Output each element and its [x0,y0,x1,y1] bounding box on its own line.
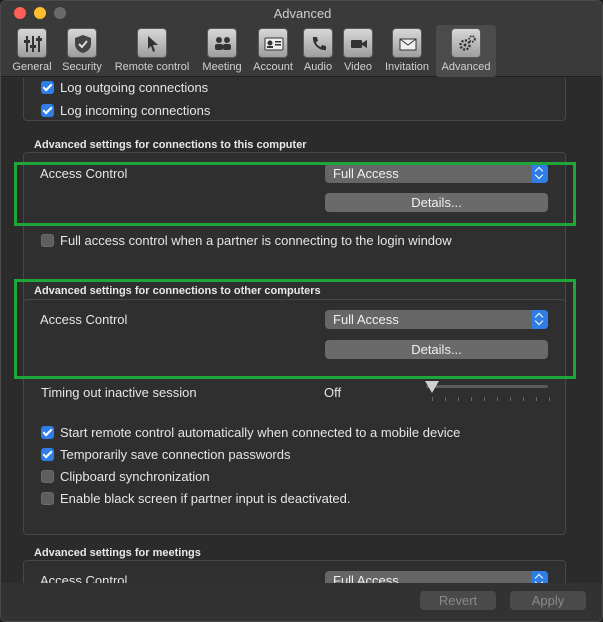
shield-icon [67,28,97,58]
start-remote-row[interactable]: Start remote control automatically when … [41,423,460,441]
tab-security[interactable]: Security [58,25,106,77]
log-incoming-checkbox[interactable] [41,103,54,117]
section-title-this-computer: Advanced settings for connections to thi… [34,139,307,151]
camera-icon [343,28,373,58]
revert-button[interactable]: Revert [420,591,496,610]
timeout-value: Off [324,385,342,400]
preferences-toolbar: General Security Remote control Meeting … [1,25,602,77]
slider-tick [549,397,550,401]
preferences-window: Advanced General Security Remote control… [0,0,603,622]
highlight-frame-other-computers [14,279,576,379]
slider-tick [471,397,472,401]
tab-meeting[interactable]: Meeting [198,25,246,77]
start-remote-checkbox[interactable] [41,425,54,439]
log-outgoing-checkbox[interactable] [41,80,54,94]
slider-tick [432,397,433,401]
timeout-label: Timing out inactive session [41,385,197,400]
id-card-icon [258,28,288,58]
login-window-row[interactable]: Full access control when a partner is co… [41,231,452,249]
log-incoming-row[interactable]: Log incoming connections [41,101,210,119]
apply-button[interactable]: Apply [510,591,586,610]
tab-account[interactable]: Account [249,25,297,77]
window-title: Advanced [273,6,332,21]
people-icon [207,28,237,58]
black-screen-row[interactable]: Enable black screen if partner input is … [41,489,351,507]
clipboard-row[interactable]: Clipboard synchronization [41,467,210,485]
highlight-frame-this-computer [14,162,576,226]
access-control-label: Access Control [40,573,128,583]
save-passwords-checkbox[interactable] [41,447,54,461]
settings-content: Log outgoing connections Log incoming co… [1,78,602,583]
black-screen-checkbox[interactable] [41,491,54,505]
section-title-meetings: Advanced settings for meetings [34,547,201,559]
timeout-slider-thumb[interactable] [425,381,439,393]
slider-tick [510,397,511,401]
select-arrows-icon [532,571,548,583]
sliders-icon [17,28,47,58]
access-control-select[interactable]: Full Access [325,571,548,583]
tab-advanced[interactable]: Advanced [436,25,496,77]
footer-bar: Revert Apply [1,583,602,621]
clipboard-checkbox[interactable] [41,469,54,483]
log-outgoing-row[interactable]: Log outgoing connections [41,78,208,96]
tab-video[interactable]: Video [339,25,377,77]
title-bar: Advanced [1,1,602,25]
timeout-slider[interactable] [426,385,548,388]
cursor-icon [137,28,167,58]
tab-remote-control[interactable]: Remote control [109,25,195,77]
slider-tick [523,397,524,401]
slider-tick [536,397,537,401]
slider-tick [458,397,459,401]
save-passwords-row[interactable]: Temporarily save connection passwords [41,445,291,463]
slider-tick [484,397,485,401]
login-window-checkbox[interactable] [41,233,54,247]
gears-icon [451,28,481,58]
envelope-icon [392,28,422,58]
slider-tick [445,397,446,401]
tab-general[interactable]: General [9,25,55,77]
slider-tick [497,397,498,401]
tab-invitation[interactable]: Invitation [380,25,434,77]
tab-audio[interactable]: Audio [299,25,337,77]
phone-icon [303,28,333,58]
